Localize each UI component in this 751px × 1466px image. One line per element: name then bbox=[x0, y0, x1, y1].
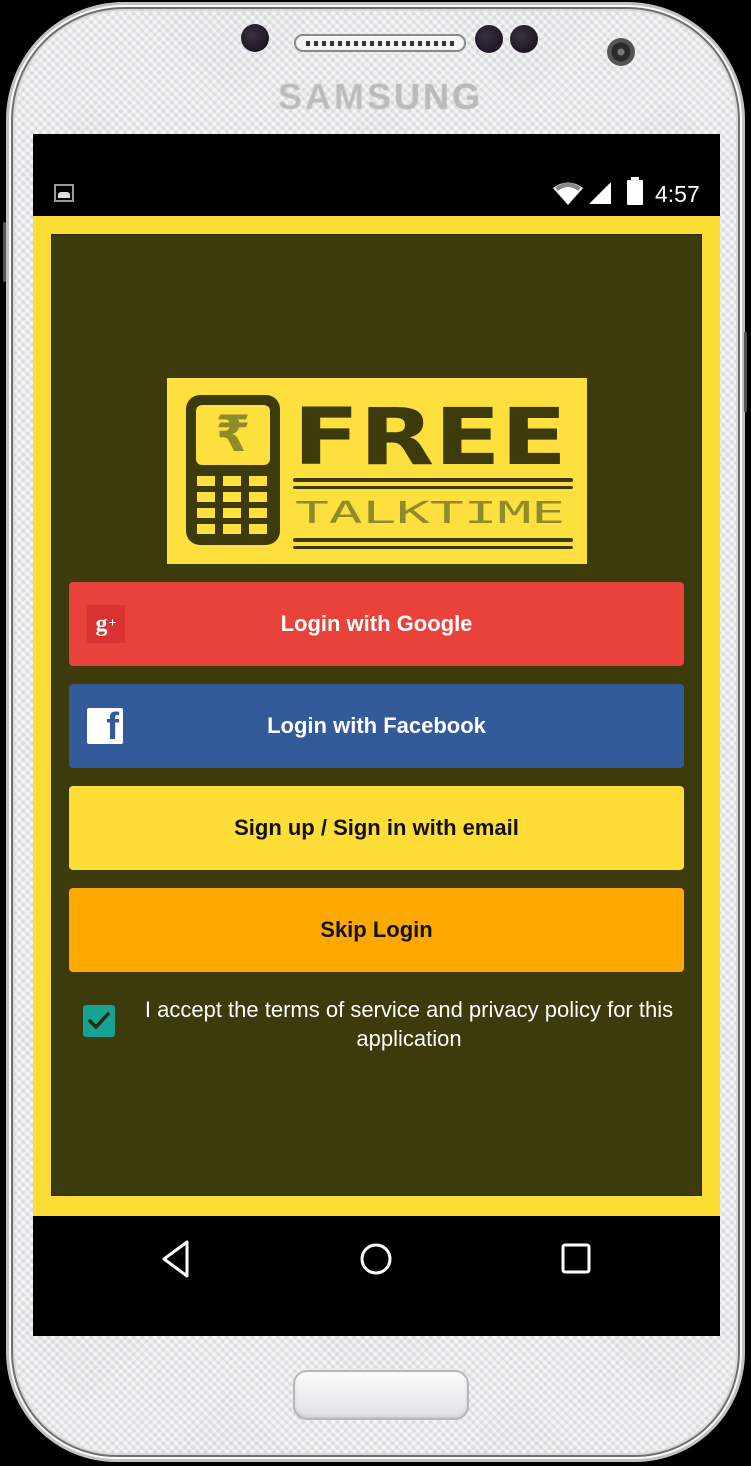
light-sensor-icon bbox=[510, 25, 538, 53]
home-icon bbox=[360, 1243, 392, 1275]
earpiece-speaker bbox=[294, 34, 466, 52]
recents-icon bbox=[561, 1243, 591, 1274]
skip-login-label: Skip Login bbox=[320, 917, 433, 942]
terms-text: I accept the terms of service and privac… bbox=[144, 997, 674, 1051]
front-sensor-icon bbox=[241, 24, 269, 52]
login-facebook-label: Login with Facebook bbox=[267, 713, 486, 738]
rupee-icon: ₹ bbox=[216, 405, 251, 463]
battery-icon bbox=[627, 177, 643, 205]
nav-back-button[interactable] bbox=[152, 1238, 202, 1280]
login-panel: ₹ FREE TALKTIME g + Login with Google f … bbox=[51, 234, 702, 1196]
app-container: ₹ FREE TALKTIME g + Login with Google f … bbox=[33, 216, 720, 1216]
proximity-sensor-icon bbox=[475, 25, 503, 53]
back-icon bbox=[162, 1240, 189, 1278]
status-bar: 4:57 bbox=[33, 134, 720, 216]
logo-title: FREE bbox=[293, 393, 567, 483]
status-time: 4:57 bbox=[655, 181, 700, 207]
skip-login-button[interactable]: Skip Login bbox=[69, 888, 684, 972]
screen: 4:57 ₹ FREE TALKTIME g + Login with Goog… bbox=[33, 134, 720, 1336]
login-facebook-button[interactable]: f Login with Facebook bbox=[69, 684, 684, 768]
side-key bbox=[3, 222, 6, 282]
free-talktime-logo: ₹ FREE TALKTIME bbox=[186, 393, 573, 549]
checkmark-icon bbox=[88, 1012, 110, 1029]
side-key bbox=[744, 332, 747, 412]
cell-signal-icon bbox=[589, 182, 611, 204]
terms-checkbox[interactable] bbox=[83, 1005, 115, 1037]
navigation-bar bbox=[33, 1216, 720, 1336]
app-logo: ₹ FREE TALKTIME bbox=[167, 378, 587, 564]
nav-home-button[interactable] bbox=[351, 1238, 401, 1280]
login-google-button[interactable]: g + Login with Google bbox=[69, 582, 684, 666]
hardware-home-button[interactable] bbox=[293, 1370, 469, 1420]
login-google-label: Login with Google bbox=[280, 611, 473, 636]
google-plus-icon: g + bbox=[87, 605, 125, 643]
terms-row: I accept the terms of service and privac… bbox=[69, 995, 684, 1065]
nav-recents-button[interactable] bbox=[551, 1238, 601, 1280]
device-brand: SAMSUNG bbox=[278, 76, 488, 118]
email-signin-button[interactable]: Sign up / Sign in with email bbox=[69, 786, 684, 870]
image-notification-icon bbox=[54, 184, 74, 202]
email-signin-label: Sign up / Sign in with email bbox=[234, 815, 519, 840]
facebook-icon: f bbox=[87, 708, 123, 746]
wifi-icon bbox=[553, 182, 583, 205]
logo-subtitle: TALKTIME bbox=[295, 496, 565, 531]
front-camera-icon bbox=[607, 38, 635, 66]
